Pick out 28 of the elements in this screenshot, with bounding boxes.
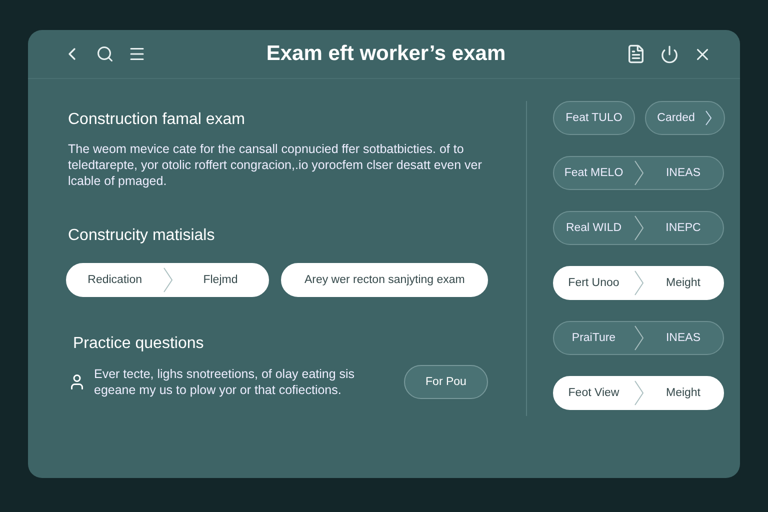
pill-button[interactable]: Feat TULO [553,101,635,135]
chevron-separator-icon [634,324,644,352]
section-heading: Practice questions [73,335,205,353]
person-icon [68,373,86,391]
section-heading: Construction famal exam [68,111,246,129]
chevron-separator-icon [634,379,644,407]
power-icon[interactable] [660,44,679,64]
section-text: The weom mevice cate for the cansall copnucied ffer sotbatbicties. of to teledtarepte, yor otolic roffert congracion,.io yorocfem clser desatt even ver lcable of pmaged. [68,141,483,189]
segmented-pill[interactable]: Fert Unoo Meight [553,266,724,300]
document-icon[interactable] [626,44,646,64]
action-button[interactable]: For Pou [404,365,488,399]
segmented-pill[interactable]: Real WILD INEPC [553,211,724,245]
chevron-right-icon [704,110,713,126]
segmented-pill[interactable]: Feat MELO INEAS [553,156,724,190]
chevron-separator-icon [634,269,644,297]
pill-button[interactable]: Carded [645,101,725,135]
menu-icon[interactable] [128,45,146,63]
section-heading: Construcity matisials [68,227,216,245]
segmented-pill[interactable]: PraiTure INEAS [553,321,724,355]
chevron-separator-icon [162,266,173,294]
chip-button[interactable]: Arey wer recton sanjyting exam [281,263,488,297]
window-title: Exam eft worker’s exam [265,42,507,66]
segmented-pill[interactable]: Redication Flejmd [66,263,270,297]
chevron-separator-icon [634,159,644,187]
segmented-pill[interactable]: Feot View Meight [553,376,724,410]
search-icon[interactable] [96,45,114,63]
section-text: Ever tecte, lighs snotreetions, of olay eating sis egeane my us to plow yor or that cofiections. [94,366,356,398]
chevron-separator-icon [634,214,644,242]
